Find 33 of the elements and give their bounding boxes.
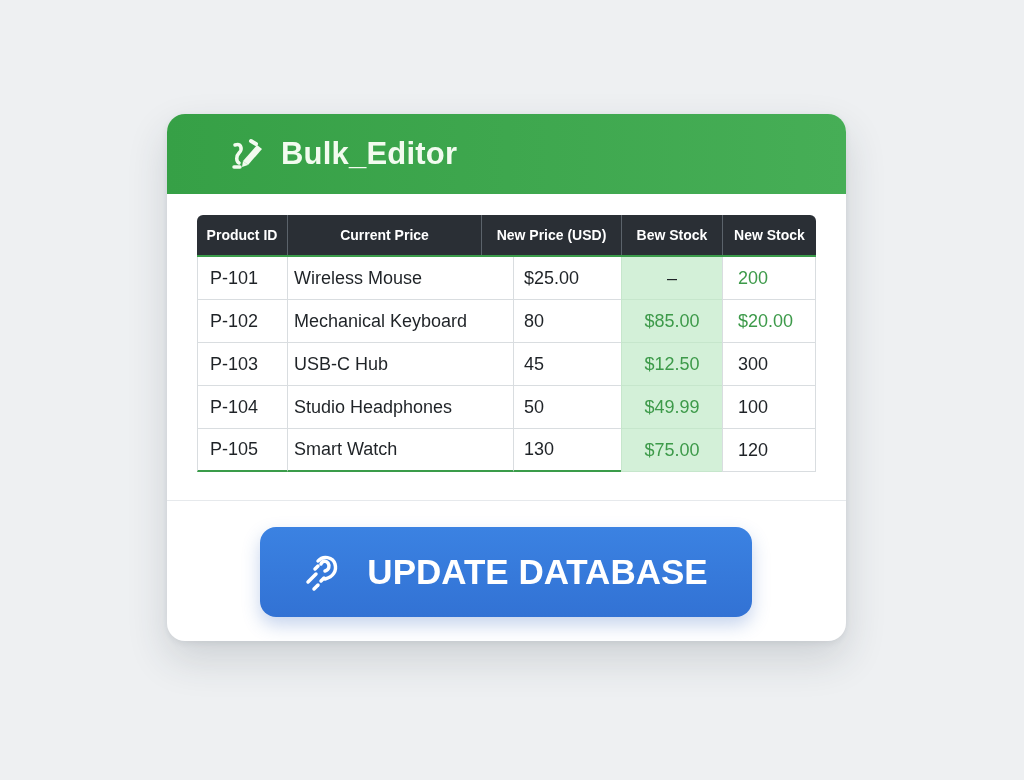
table-cell: $49.99 — [621, 386, 722, 429]
table-cell: USB-C Hub — [287, 343, 513, 386]
table-cell: P-105 — [197, 429, 287, 472]
table-cell: 120 — [722, 429, 816, 472]
table-cell: $12.50 — [621, 343, 722, 386]
table-cell: 200 — [722, 257, 816, 300]
table-cell: $85.00 — [621, 300, 722, 343]
update-database-button[interactable]: UPDATE DATABASE — [259, 527, 752, 617]
column-header: Product ID — [205, 226, 279, 245]
table-cell: 130 — [513, 429, 621, 472]
table-cell: Mechanical Keyboard — [287, 300, 513, 343]
table-cell: 50 — [513, 386, 621, 429]
table-cell: P-101 — [197, 257, 287, 300]
pencil-icon — [231, 137, 265, 171]
column-header: Bew Stock — [621, 215, 722, 255]
table-cell: P-104 — [197, 386, 287, 429]
column-header: Current Price — [287, 215, 481, 255]
table-cell: P-103 — [197, 343, 287, 386]
table-cell: Studio Headphones — [287, 386, 513, 429]
table-cell: 300 — [722, 343, 816, 386]
table-cell: $75.00 — [621, 429, 722, 472]
table-cell: $25.00 — [513, 257, 621, 300]
column-header: New Stock — [722, 215, 816, 255]
column-header: New Price (USD) — [481, 215, 621, 255]
table-cell: 100 — [722, 386, 816, 429]
table-cell: 80 — [513, 300, 621, 343]
table-cell: P-102 — [197, 300, 287, 343]
window-title: Bulk_Editor — [281, 136, 458, 172]
table-cell: $20.00 — [722, 300, 816, 343]
table-cell: Smart Watch — [287, 429, 513, 472]
table-cell: Wireless Mouse — [287, 257, 513, 300]
table-cell: 45 — [513, 343, 621, 386]
table-cell: – — [621, 257, 722, 300]
